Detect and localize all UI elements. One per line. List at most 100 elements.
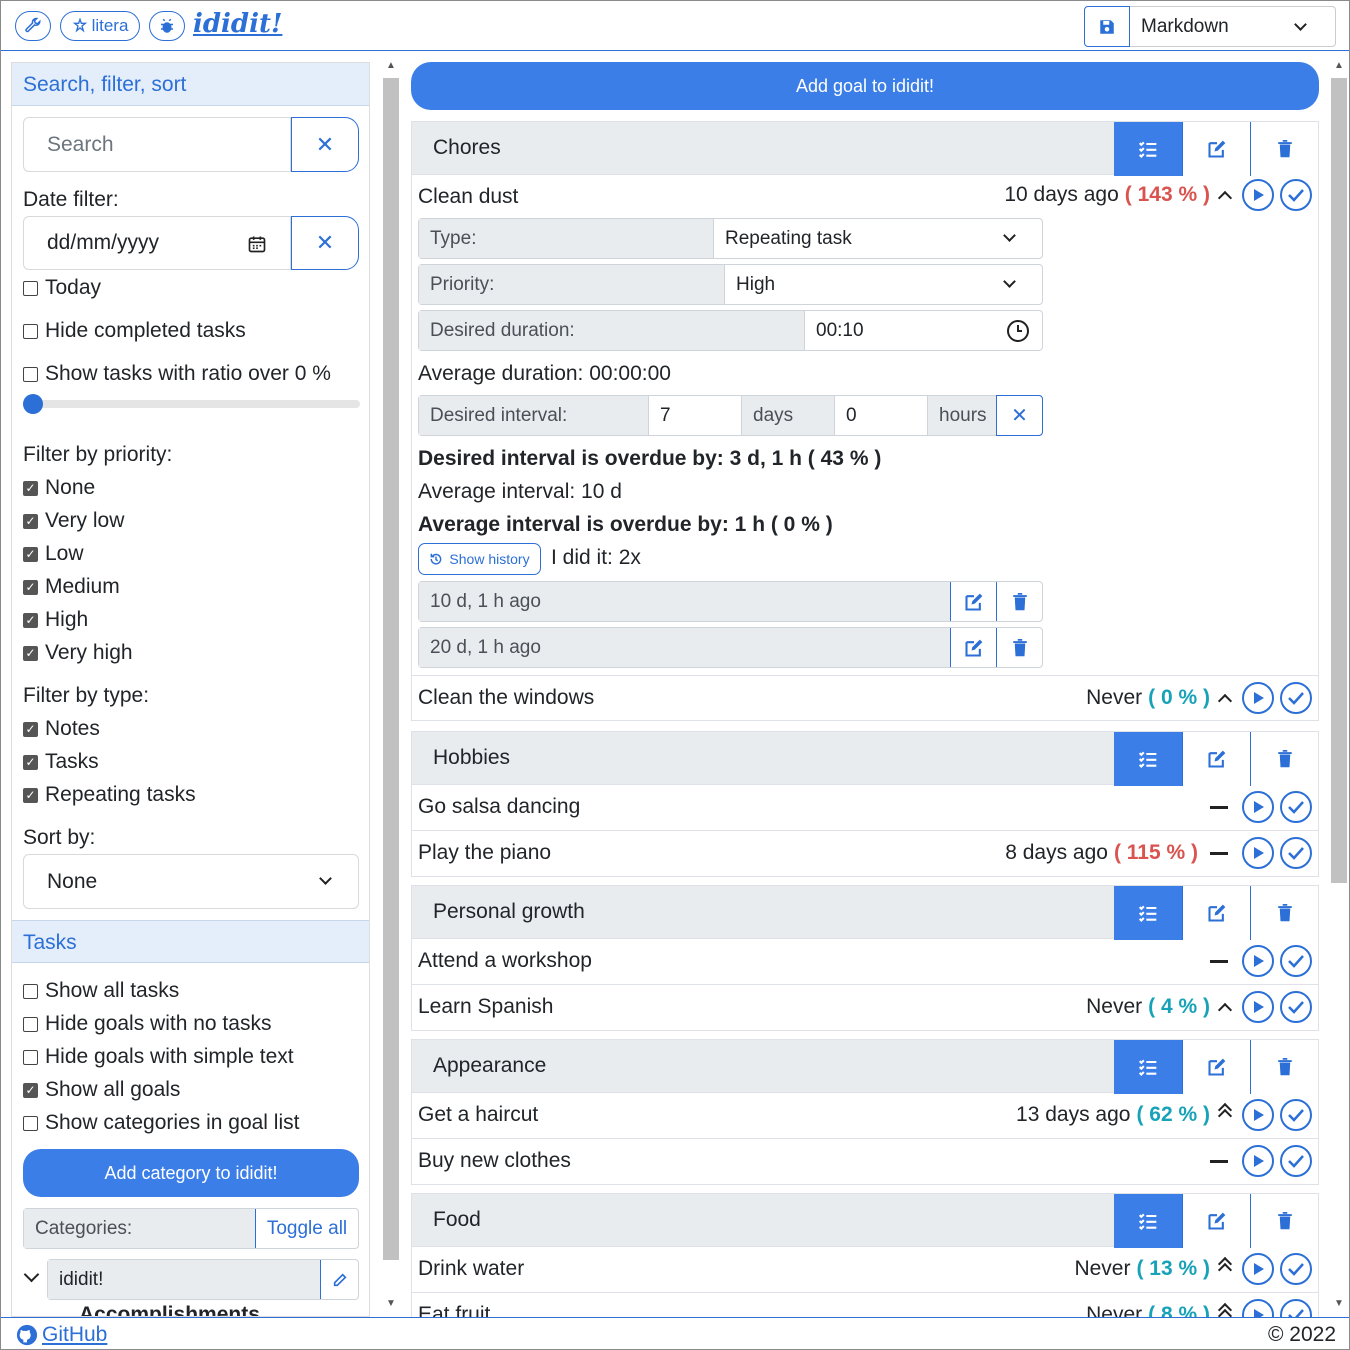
add-category-button[interactable]: Add category to ididit! xyxy=(23,1149,359,1197)
start-button[interactable] xyxy=(1242,1253,1274,1285)
priority-select[interactable]: Priority: High xyxy=(418,264,1043,305)
task-name[interactable]: Attend a workshop xyxy=(418,949,592,973)
duration-input[interactable]: Desired duration: 00:10 xyxy=(418,310,1043,351)
github-link[interactable]: GitHub xyxy=(16,1323,107,1347)
done-button[interactable] xyxy=(1280,1299,1312,1317)
start-button[interactable] xyxy=(1242,682,1274,714)
sidebar-scrollbar[interactable]: ▲ ▼ xyxy=(383,58,399,1314)
delete-history-button[interactable] xyxy=(996,582,1042,621)
type-tasks-checkbox[interactable]: ✓ Tasks xyxy=(23,750,99,774)
done-button[interactable] xyxy=(1280,1099,1312,1131)
chevron-down-icon[interactable] xyxy=(23,1266,40,1283)
litera-theme-button[interactable]: litera xyxy=(60,11,140,41)
calendar-icon[interactable] xyxy=(247,234,267,254)
interval-hours-input[interactable]: 0 xyxy=(835,396,928,435)
done-button[interactable] xyxy=(1280,1145,1312,1177)
sort-select[interactable]: None xyxy=(23,854,359,909)
search-input[interactable]: Search xyxy=(23,117,291,172)
ratio-slider[interactable] xyxy=(23,394,360,414)
task-name[interactable]: Clean dust xyxy=(418,185,518,209)
wrench-icon[interactable] xyxy=(15,11,51,41)
type-repeating-checkbox[interactable]: ✓ Repeating tasks xyxy=(23,783,196,807)
brand-logo[interactable]: ididit! xyxy=(193,9,282,39)
list-button[interactable] xyxy=(1114,732,1182,786)
start-button[interactable] xyxy=(1242,791,1274,823)
list-button[interactable] xyxy=(1114,1040,1182,1094)
show-history-button[interactable]: Show history xyxy=(418,543,541,575)
edit-history-button[interactable] xyxy=(950,628,996,667)
priority-very-high-checkbox[interactable]: ✓ Very high xyxy=(23,641,133,665)
task-ratio: ( 143 % ) xyxy=(1124,183,1210,206)
clear-date-button[interactable]: ✕ xyxy=(291,216,359,270)
task-name[interactable]: Eat fruit xyxy=(418,1303,490,1317)
delete-button[interactable] xyxy=(1250,1194,1318,1248)
format-select[interactable]: Markdown xyxy=(1130,6,1336,47)
delete-button[interactable] xyxy=(1250,1040,1318,1094)
task-name[interactable]: Go salsa dancing xyxy=(418,795,580,819)
type-select[interactable]: Type: Repeating task xyxy=(418,218,1043,259)
list-button[interactable] xyxy=(1114,1194,1182,1248)
today-checkbox[interactable]: Today xyxy=(23,276,101,300)
task-last-done: 13 days ago xyxy=(1016,1103,1131,1126)
show-all-goals-checkbox[interactable]: ✓ Show all goals xyxy=(23,1078,180,1102)
toggle-all-button[interactable]: Toggle all xyxy=(255,1209,358,1248)
show-categories-checkbox[interactable]: Show categories in goal list xyxy=(23,1111,299,1135)
main-scroll-thumb[interactable] xyxy=(1331,78,1347,883)
done-button[interactable] xyxy=(1280,682,1312,714)
done-button[interactable] xyxy=(1280,945,1312,977)
done-button[interactable] xyxy=(1280,837,1312,869)
hide-completed-checkbox[interactable]: Hide completed tasks xyxy=(23,319,246,343)
show-all-tasks-checkbox[interactable]: Show all tasks xyxy=(23,979,179,1003)
start-button[interactable] xyxy=(1242,991,1274,1023)
done-button[interactable] xyxy=(1280,991,1312,1023)
sidebar-scroll-thumb[interactable] xyxy=(383,78,399,1260)
priority-medium-checkbox[interactable]: ✓ Medium xyxy=(23,575,120,599)
start-button[interactable] xyxy=(1242,1099,1274,1131)
task-name[interactable]: Get a haircut xyxy=(418,1103,538,1127)
start-button[interactable] xyxy=(1242,1145,1274,1177)
done-button[interactable] xyxy=(1280,1253,1312,1285)
list-button[interactable] xyxy=(1114,122,1182,176)
delete-button[interactable] xyxy=(1250,732,1318,786)
task-name[interactable]: Drink water xyxy=(418,1257,524,1281)
delete-history-button[interactable] xyxy=(996,628,1042,667)
clock-icon[interactable] xyxy=(1006,319,1030,343)
type-notes-checkbox[interactable]: ✓ Notes xyxy=(23,717,100,741)
clear-interval-button[interactable]: ✕ xyxy=(996,395,1043,436)
edit-history-button[interactable] xyxy=(950,582,996,621)
slider-thumb[interactable] xyxy=(23,394,43,414)
edit-button[interactable] xyxy=(1182,122,1250,176)
edit-button[interactable] xyxy=(1182,732,1250,786)
start-button[interactable] xyxy=(1242,179,1274,211)
edit-button[interactable] xyxy=(1182,1040,1250,1094)
start-button[interactable] xyxy=(1242,837,1274,869)
done-button[interactable] xyxy=(1280,179,1312,211)
add-goal-button[interactable]: Add goal to ididit! xyxy=(411,62,1319,110)
hide-simple-text-checkbox[interactable]: Hide goals with simple text xyxy=(23,1045,294,1069)
edit-button[interactable] xyxy=(1182,886,1250,940)
priority-none-checkbox[interactable]: ✓ None xyxy=(23,476,95,500)
delete-button[interactable] xyxy=(1250,886,1318,940)
save-button[interactable] xyxy=(1084,6,1130,47)
priority-high-checkbox[interactable]: ✓ High xyxy=(23,608,88,632)
task-name[interactable]: Learn Spanish xyxy=(418,995,553,1019)
priority-low-checkbox[interactable]: ✓ Low xyxy=(23,542,84,566)
task-name[interactable]: Play the piano xyxy=(418,841,551,865)
done-button[interactable] xyxy=(1280,791,1312,823)
interval-days-input[interactable]: 7 xyxy=(649,396,742,435)
task-name[interactable]: Buy new clothes xyxy=(418,1149,571,1173)
edit-button[interactable] xyxy=(1182,1194,1250,1248)
main-scrollbar[interactable]: ▲ ▼ xyxy=(1331,58,1347,1314)
list-button[interactable] xyxy=(1114,886,1182,940)
date-input[interactable]: dd/mm/yyyy xyxy=(23,216,291,270)
bug-icon[interactable] xyxy=(149,11,185,41)
task-name[interactable]: Clean the windows xyxy=(418,686,594,710)
clear-search-button[interactable]: ✕ xyxy=(291,117,359,172)
start-button[interactable] xyxy=(1242,1299,1274,1317)
delete-button[interactable] xyxy=(1250,122,1318,176)
start-button[interactable] xyxy=(1242,945,1274,977)
ratio-checkbox[interactable]: Show tasks with ratio over 0 % xyxy=(23,362,331,386)
priority-very-low-checkbox[interactable]: ✓ Very low xyxy=(23,509,124,533)
edit-category-button[interactable] xyxy=(320,1260,358,1299)
hide-no-tasks-checkbox[interactable]: Hide goals with no tasks xyxy=(23,1012,271,1036)
